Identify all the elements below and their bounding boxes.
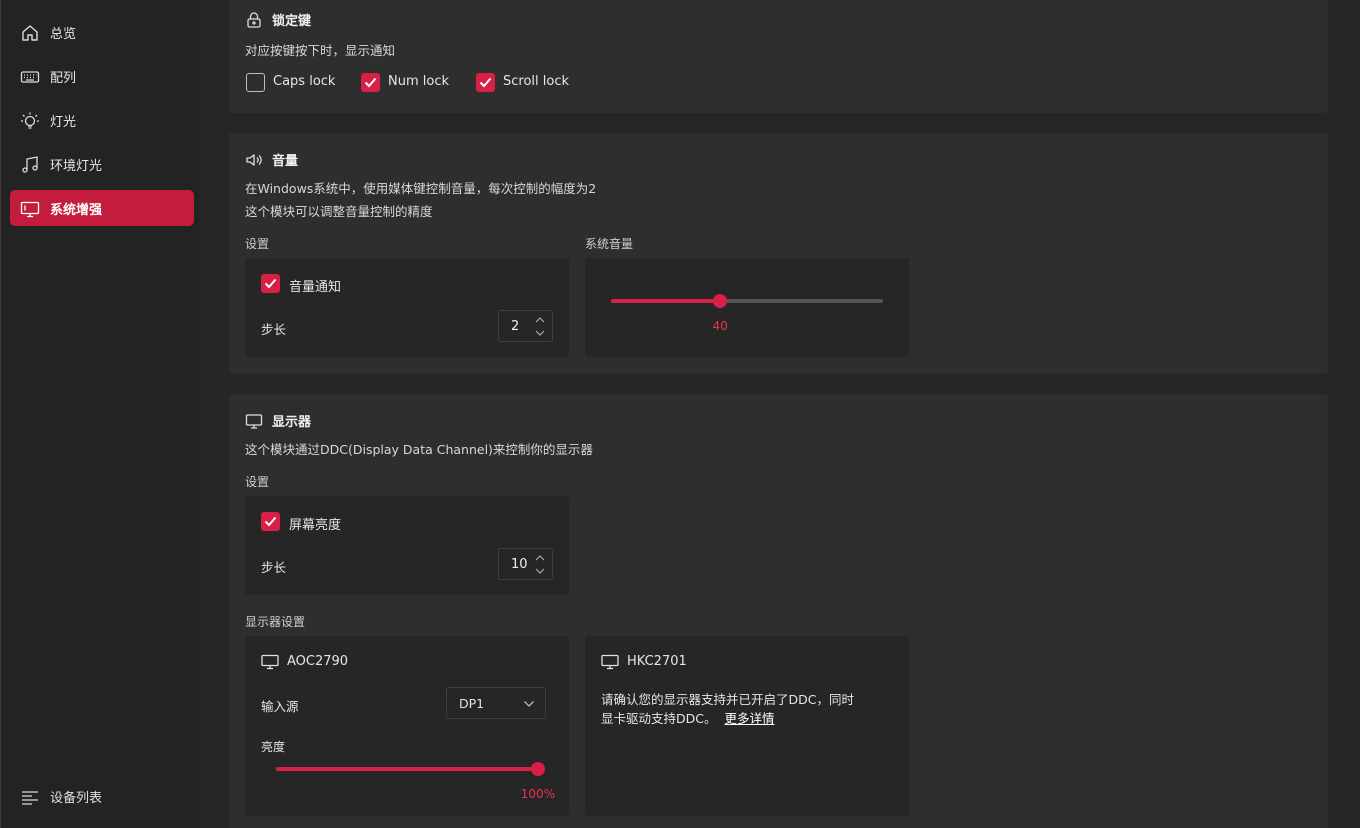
volume-step-label: 步长 [261, 322, 287, 337]
volume-step-stepper[interactable]: 2 [498, 310, 553, 342]
volume-settings-panel: 音量通知 步长 2 [245, 258, 569, 357]
num-lock-checkbox[interactable] [361, 73, 380, 92]
system-volume-label: 系统音量 [585, 237, 634, 251]
lock-icon [247, 11, 261, 28]
display-icon [245, 413, 263, 429]
volume-card: 音量 在Windows系统中，使用媒体键控制音量，每次控制的幅度为2 这个模块可… [229, 133, 1328, 374]
scroll-lock-label: Scroll lock [503, 74, 570, 89]
chevron-down-icon[interactable] [534, 566, 546, 576]
system-volume-panel: 40 [585, 258, 909, 357]
volume-notify-checkbox[interactable] [261, 274, 280, 293]
app-window: 总览 配列 灯光 环境灯光 系统增强 设备列表 锁定键 对应按键按下时，显示通知… [0, 0, 1360, 828]
monitor-brightness-fill [276, 767, 538, 771]
input-source-label: 输入源 [261, 699, 299, 714]
volume-title: 音量 [245, 150, 298, 169]
system-volume-fill [611, 299, 720, 303]
list-icon [22, 791, 38, 805]
display-step-stepper[interactable]: 10 [498, 548, 553, 580]
lock-keys-card: 锁定键 对应按键按下时，显示通知 Caps lock Num lock Scro… [229, 0, 1328, 113]
monitor-brightness-value: 100% [520, 787, 555, 801]
lock-keys-description: 对应按键按下时，显示通知 [245, 43, 396, 58]
sidebar-item-label: 灯光 [50, 115, 77, 130]
monitor-icon [20, 201, 40, 218]
chevron-down-icon[interactable] [534, 328, 546, 338]
checkmark-icon [264, 278, 277, 289]
sidebar-item-label: 环境灯光 [50, 159, 103, 174]
input-source-value: DP1 [459, 696, 485, 711]
sidebar-item-lighting[interactable]: 灯光 [10, 102, 194, 138]
display-icon [601, 654, 619, 670]
caps-lock-checkbox[interactable] [246, 73, 265, 92]
sidebar: 总览 配列 灯光 环境灯光 系统增强 设备列表 [0, 0, 201, 828]
sidebar-item-label: 设备列表 [50, 791, 103, 806]
display-step-value: 10 [511, 557, 528, 572]
sidebar-item-device-list[interactable]: 设备列表 [10, 778, 194, 814]
volume-notify-label: 音量通知 [289, 280, 342, 295]
monitor-name: HKC2701 [627, 654, 687, 669]
chevron-up-icon[interactable] [534, 553, 546, 563]
display-icon [261, 654, 279, 670]
volume-description-1: 在Windows系统中，使用媒体键控制音量，每次控制的幅度为2 [245, 181, 597, 196]
display-description: 这个模块通过DDC(Display Data Channel)来控制你的显示器 [245, 442, 593, 457]
system-volume-value: 40 [712, 319, 728, 333]
sidebar-item-system-enhance[interactable]: 系统增强 [10, 190, 194, 226]
brightness-label: 屏幕亮度 [289, 518, 342, 533]
display-settings-label: 设置 [245, 475, 270, 489]
ddc-message-line-1: 请确认您的显示器支持并已开启了DDC，同时 [601, 692, 854, 707]
chevron-down-icon [524, 701, 534, 707]
sidebar-item-label: 总览 [50, 27, 77, 42]
monitor-panel-hkc2701: HKC2701 请确认您的显示器支持并已开启了DDC，同时 显卡驱动支持DDC。… [585, 636, 909, 816]
checkmark-icon [264, 516, 277, 527]
home-icon [22, 25, 38, 41]
lightbulb-icon [21, 112, 39, 129]
checkmark-icon [364, 77, 377, 88]
brightness-checkbox[interactable] [261, 512, 280, 531]
ddc-message-line-2: 显卡驱动支持DDC。 更多详情 [601, 711, 775, 726]
keyboard-icon [20, 71, 40, 83]
speaker-icon [246, 153, 262, 166]
main-content: 锁定键 对应按键按下时，显示通知 Caps lock Num lock Scro… [201, 0, 1360, 828]
chevron-up-icon[interactable] [534, 315, 546, 325]
display-step-label: 步长 [261, 560, 287, 575]
lock-keys-title: 锁定键 [245, 10, 311, 29]
volume-step-value: 2 [511, 319, 520, 334]
display-card: 显示器 这个模块通过DDC(Display Data Channel)来控制你的… [229, 394, 1328, 828]
more-details-link[interactable]: 更多详情 [724, 711, 774, 726]
volume-settings-label: 设置 [245, 237, 270, 251]
monitor-brightness-slider[interactable] [276, 762, 545, 776]
input-source-select[interactable]: DP1 [446, 687, 546, 719]
caps-lock-label: Caps lock [273, 74, 336, 89]
monitor-settings-label: 显示器设置 [245, 615, 306, 629]
monitor-brightness-thumb[interactable] [531, 762, 545, 776]
display-settings-panel: 屏幕亮度 步长 10 [245, 496, 569, 595]
system-volume-slider[interactable] [611, 294, 883, 308]
volume-description-2: 这个模块可以调整音量控制的精度 [245, 204, 433, 219]
checkmark-icon [479, 77, 492, 88]
monitor-name: AOC2790 [287, 654, 349, 669]
monitor-panel-aoc2790: AOC2790 输入源 DP1 亮度 100% [245, 636, 569, 816]
music-note-icon [22, 156, 38, 173]
sidebar-item-ambient-lighting[interactable]: 环境灯光 [10, 146, 194, 182]
system-volume-thumb[interactable] [713, 294, 727, 308]
num-lock-label: Num lock [388, 74, 450, 89]
scroll-lock-checkbox[interactable] [476, 73, 495, 92]
sidebar-item-layout[interactable]: 配列 [10, 58, 194, 94]
monitor-brightness-label: 亮度 [261, 740, 286, 754]
sidebar-item-overview[interactable]: 总览 [10, 14, 194, 50]
sidebar-item-label: 系统增强 [50, 203, 103, 218]
display-title: 显示器 [245, 411, 311, 430]
sidebar-item-label: 配列 [50, 71, 77, 86]
